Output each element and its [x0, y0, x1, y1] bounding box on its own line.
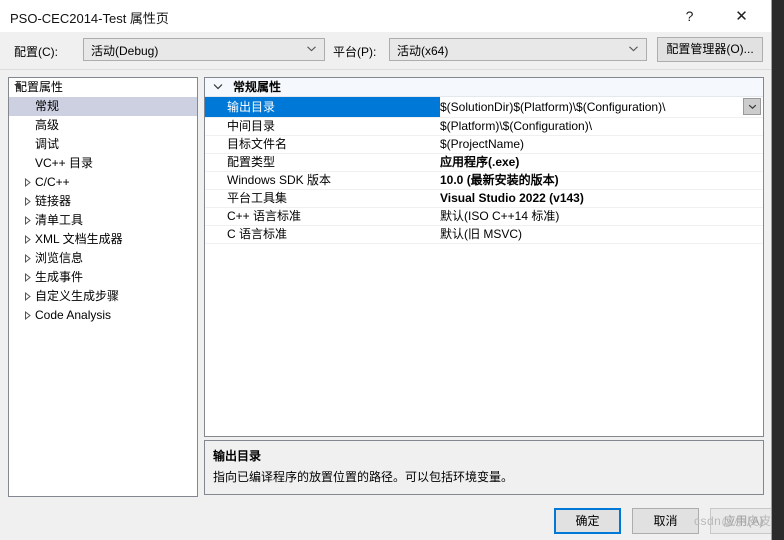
sidebar-item-7[interactable]: XML 文档生成器 — [9, 230, 197, 249]
property-value[interactable]: $(SolutionDir)$(Platform)\$(Configuratio… — [440, 97, 665, 117]
chevron-down-icon — [306, 43, 317, 54]
sidebar-item-9[interactable]: 生成事件 — [9, 268, 197, 287]
property-row[interactable]: C++ 语言标准 默认(ISO C++14 标准) — [205, 208, 763, 226]
sidebar-item-1[interactable]: 高级 — [9, 116, 197, 135]
property-section-header[interactable]: 常规属性 — [205, 78, 763, 97]
property-value[interactable]: 10.0 (最新安装的版本) — [440, 172, 559, 189]
configuration-manager-button[interactable]: 配置管理器(O)... — [657, 37, 763, 62]
description-title: 输出目录 — [213, 449, 262, 463]
tree-item-label: 高级 — [35, 118, 60, 132]
chevron-down-icon — [628, 43, 639, 54]
configuration-dropdown[interactable]: 活动(Debug) — [83, 38, 325, 61]
ok-button[interactable]: 确定 — [554, 508, 621, 534]
description-body: 指向已编译程序的放置位置的路径。可以包括环境变量。 — [213, 470, 514, 484]
property-name: Windows SDK 版本 — [227, 173, 332, 187]
property-name: 平台工具集 — [227, 191, 288, 205]
property-row[interactable]: 平台工具集 Visual Studio 2022 (v143) — [205, 190, 763, 208]
tree-item-label: C/C++ — [35, 175, 70, 189]
property-name: C++ 语言标准 — [227, 209, 302, 223]
triangle-right-icon[interactable] — [23, 173, 37, 192]
platform-label: 平台(P): — [333, 45, 377, 59]
sidebar-item-0[interactable]: 常规 — [9, 97, 197, 116]
tree-item-label: 自定义生成步骤 — [35, 289, 120, 303]
chevron-down-icon — [213, 78, 225, 96]
property-row[interactable]: 配置类型 应用程序(.exe) — [205, 154, 763, 172]
tree-item-configuration-properties[interactable]: 配置属性 — [9, 78, 197, 97]
sidebar-item-3[interactable]: VC++ 目录 — [9, 154, 197, 173]
property-row[interactable]: Windows SDK 版本 10.0 (最新安装的版本) — [205, 172, 763, 190]
help-icon[interactable]: ? — [667, 0, 712, 31]
triangle-right-icon[interactable] — [23, 249, 37, 268]
configuration-tree[interactable]: 配置属性 常规高级调试 VC++ 目录 C/C++ 链接器清单工具 XML 文档生成器浏… — [8, 77, 198, 497]
triangle-right-icon[interactable] — [23, 268, 37, 287]
configuration-label: 配置(C): — [14, 45, 58, 59]
property-grid[interactable]: 常规属性 输出目录 $(SolutionDir)$(Platform)\$(Con… — [204, 77, 764, 437]
platform-dropdown[interactable]: 活动(x64) — [389, 38, 647, 61]
triangle-right-icon[interactable] — [23, 306, 37, 325]
tree-item-label: Code Analysis — [35, 308, 112, 322]
property-name: 配置类型 — [227, 155, 276, 169]
property-value[interactable]: Visual Studio 2022 (v143) — [440, 190, 584, 207]
property-value[interactable]: 应用程序(.exe) — [440, 154, 519, 171]
dialog-title: PSO-CEC2014-Test 属性页 — [10, 11, 169, 26]
sidebar-item-6[interactable]: 清单工具 — [9, 211, 197, 230]
tree-item-label: 链接器 — [35, 194, 72, 208]
property-value[interactable]: $(ProjectName) — [440, 136, 524, 153]
title-bar: PSO-CEC2014-Test 属性页 ? ✕ — [0, 0, 771, 32]
sidebar-item-5[interactable]: 链接器 — [9, 192, 197, 211]
platform-value: 活动(x64) — [397, 44, 449, 58]
sidebar-item-10[interactable]: 自定义生成步骤 — [9, 287, 197, 306]
property-row[interactable]: 中间目录 $(Platform)\$(Configuration)\ — [205, 118, 763, 136]
tree-item-label: 常规 — [35, 99, 60, 113]
configuration-bar: 配置(C): 活动(Debug) 平台(P): 活动(x64) 配置管理器(O)… — [0, 32, 771, 70]
sidebar-item-11[interactable]: Code Analysis — [9, 306, 197, 325]
property-row[interactable]: 输出目录 $(SolutionDir)$(Platform)\$(Configur… — [205, 97, 763, 118]
tree-item-label: 清单工具 — [35, 213, 84, 227]
property-value[interactable]: $(Platform)\$(Configuration)\ — [440, 118, 592, 135]
property-value[interactable]: 默认(ISO C++14 标准) — [440, 208, 559, 225]
property-pages-dialog: PSO-CEC2014-Test 属性页 ? ✕ 配置(C): 活动(Debug… — [0, 0, 772, 540]
property-value[interactable]: 默认(旧 MSVC) — [440, 226, 522, 243]
configuration-value: 活动(Debug) — [91, 44, 159, 58]
value-dropdown-button[interactable] — [743, 98, 761, 115]
triangle-right-icon[interactable] — [23, 287, 37, 306]
apply-button: 应用(A) — [710, 508, 771, 534]
tree-item-label: 调试 — [35, 137, 60, 151]
property-row[interactable]: C 语言标准 默认(旧 MSVC) — [205, 226, 763, 244]
sidebar-item-2[interactable]: 调试 — [9, 135, 197, 154]
tree-item-label: 浏览信息 — [35, 251, 84, 265]
cancel-button[interactable]: 取消 — [632, 508, 699, 534]
triangle-down-icon — [13, 78, 27, 97]
triangle-right-icon[interactable] — [23, 192, 37, 211]
property-description-panel: 输出目录 指向已编译程序的放置位置的路径。可以包括环境变量。 — [204, 440, 764, 495]
close-icon[interactable]: ✕ — [719, 0, 764, 31]
tree-item-label: 生成事件 — [35, 270, 84, 284]
property-name: C 语言标准 — [227, 227, 288, 241]
tree-item-label: XML 文档生成器 — [35, 232, 123, 246]
property-section-title: 常规属性 — [233, 80, 282, 94]
tree-item-label: VC++ 目录 — [35, 156, 94, 170]
sidebar-item-4[interactable]: C/C++ — [9, 173, 197, 192]
triangle-right-icon[interactable] — [23, 230, 37, 249]
property-row[interactable]: 目标文件名 $(ProjectName) — [205, 136, 763, 154]
property-name: 目标文件名 — [227, 137, 288, 151]
property-name: 中间目录 — [227, 119, 276, 133]
triangle-right-icon[interactable] — [23, 211, 37, 230]
property-name: 输出目录 — [205, 97, 440, 117]
sidebar-item-8[interactable]: 浏览信息 — [9, 249, 197, 268]
